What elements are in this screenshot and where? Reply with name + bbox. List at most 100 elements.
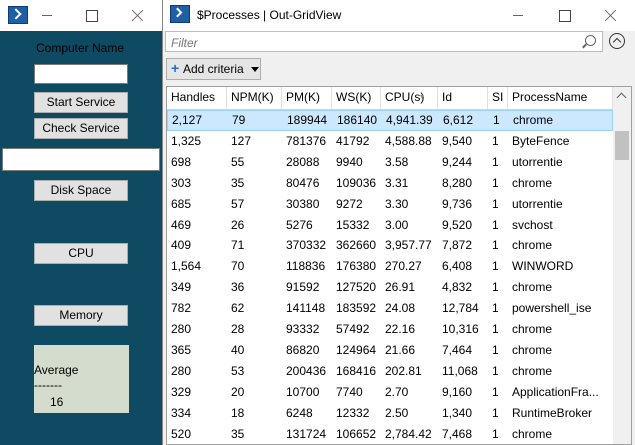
table-cell: 93332: [286, 322, 320, 336]
table-cell: 9272: [336, 196, 363, 211]
table-cell: 86820: [286, 342, 320, 357]
table-cell: 7,872: [442, 238, 473, 253]
disk-space-button[interactable]: Disk Space: [34, 180, 128, 201]
average-panel: Average ------- 16: [34, 345, 129, 413]
form-body: Computer Name Start Service Check Servic…: [0, 31, 162, 445]
table-cell: chrome: [512, 342, 553, 357]
gridview-title-bar[interactable]: $Processes | Out-GridView: [163, 0, 635, 31]
minimize-button[interactable]: [495, 0, 541, 31]
table-cell: 3,957.77: [385, 238, 432, 253]
table-cell: 6,408: [442, 259, 473, 274]
table-row[interactable]: 280 53 200436 168416 202.81 11,068 1 chrome: [167, 361, 613, 382]
column-header[interactable]: Id: [438, 87, 488, 109]
table-cell: 24.08: [385, 301, 416, 316]
table-cell: 79: [232, 113, 246, 127]
table-cell: 3.58: [385, 154, 409, 169]
table-cell: chrome: [512, 280, 553, 295]
column-header[interactable]: CPU(s) ▾: [381, 87, 438, 109]
table-cell: 1,340: [442, 405, 473, 420]
maximize-button[interactable]: [68, 0, 114, 31]
maximize-button[interactable]: [541, 0, 587, 31]
table-cell: 4,588.88: [385, 133, 432, 148]
table-cell: 22.16: [385, 322, 416, 336]
table-row[interactable]: 2,127 79 189944 186140 4,941.39 6,612 1 chrome: [167, 110, 613, 131]
table-cell: 35: [231, 426, 245, 441]
table-row[interactable]: 1,325 127 781376 41792 4,588.88 9,540 1 ByteFen…: [167, 131, 613, 152]
form-title-bar[interactable]: [0, 0, 162, 31]
table-cell: utorrentie: [512, 154, 563, 169]
table-cell: chrome: [512, 175, 553, 190]
table-cell: 189944: [287, 113, 328, 127]
scroll-up-icon[interactable]: [616, 92, 627, 103]
collapse-criteria-button[interactable]: [609, 33, 625, 49]
column-header[interactable]: NPM(K): [227, 87, 282, 109]
vertical-scrollbar[interactable]: [613, 87, 631, 444]
minimize-button[interactable]: [24, 0, 70, 31]
table-row[interactable]: 329 20 10700 7740 2.70 9,160 1 ApplicationFra..…: [167, 382, 613, 403]
table-cell: 1: [492, 426, 499, 441]
plus-icon: +: [171, 60, 180, 76]
scroll-thumb[interactable]: [615, 131, 629, 160]
computer-name-input[interactable]: [34, 64, 128, 84]
table-row[interactable]: 782 62 141148 183592 24.08 12,784 1 powershell_…: [167, 298, 613, 319]
start-service-button[interactable]: Start Service: [34, 92, 128, 113]
table-cell: 1: [492, 342, 499, 357]
table-row[interactable]: 520 35 131724 106652 2,784.42 7,468 1 chrome: [167, 424, 613, 445]
column-header[interactable]: Handles: [167, 87, 227, 109]
column-header[interactable]: ProcessName: [508, 87, 613, 109]
average-separator: -------: [34, 378, 62, 392]
table-cell: 9,520: [442, 217, 473, 232]
minimize-icon: [42, 15, 52, 16]
table-cell: 1: [492, 133, 499, 148]
filter-input[interactable]: [169, 34, 583, 51]
table-cell: 1: [492, 196, 499, 211]
add-criteria-button[interactable]: + Add criteria: [166, 58, 261, 80]
column-header[interactable]: PM(K): [282, 87, 332, 109]
memory-button[interactable]: Memory: [34, 305, 128, 326]
column-header[interactable]: SI: [488, 87, 508, 109]
service-output-field[interactable]: [2, 148, 160, 171]
table-cell: 6,612: [443, 113, 474, 127]
table-row[interactable]: 349 36 91592 127520 26.91 4,832 1 chrome: [167, 277, 613, 298]
table-row[interactable]: 334 18 6248 12332 2.50 1,340 1 RuntimeBroker: [167, 403, 613, 424]
check-service-button[interactable]: Check Service: [34, 118, 128, 139]
column-header[interactable]: WS(K): [332, 87, 381, 109]
table-cell: 270.27: [385, 259, 422, 274]
close-button[interactable]: [587, 0, 633, 31]
table-cell: 176380: [336, 259, 377, 274]
table-cell: 1: [492, 175, 499, 190]
table-row[interactable]: 698 55 28088 9940 3.58 9,244 1 utorrentie: [167, 152, 613, 173]
table-row[interactable]: 469 26 5276 15332 3.00 9,520 1 svchost: [167, 215, 613, 236]
table-cell: 57: [231, 196, 245, 211]
window-title: $Processes | Out-GridView: [197, 8, 342, 22]
table-row[interactable]: 1,564 70 118836 176380 270.27 6,408 1 WINWORD: [167, 256, 613, 277]
table-cell: 26: [231, 217, 245, 232]
table-row[interactable]: 365 40 86820 124964 21.66 7,464 1 chrome: [167, 340, 613, 361]
table-cell: ByteFence: [512, 133, 570, 148]
table-cell: 685: [171, 196, 192, 211]
table-cell: 365: [171, 342, 192, 357]
search-icon[interactable]: [585, 35, 596, 46]
close-button[interactable]: [114, 0, 160, 31]
filter-box[interactable]: [165, 31, 603, 52]
table-cell: 2,784.42: [385, 426, 432, 441]
table-cell: chrome: [512, 363, 553, 378]
table-cell: 141148: [286, 301, 326, 316]
table-cell: 12332: [336, 405, 370, 420]
table-cell: 57492: [336, 322, 370, 336]
table-cell: 7,464: [442, 342, 473, 357]
table-cell: 53: [231, 363, 245, 378]
table-cell: 15332: [336, 217, 370, 232]
minimize-icon: [513, 15, 523, 16]
table-cell: 2.70: [385, 384, 409, 399]
table-row[interactable]: 280 28 93332 57492 22.16 10,316 1 chrome: [167, 319, 613, 340]
table-row[interactable]: 685 57 30380 9272 3.30 9,736 1 utorrentie: [167, 194, 613, 215]
table-cell: 202.81: [385, 363, 422, 378]
table-cell: 9940: [336, 154, 363, 169]
table-cell: 409: [171, 238, 192, 253]
cpu-button[interactable]: CPU: [34, 243, 128, 264]
table-cell: 280: [171, 322, 192, 336]
table-cell: 80476: [286, 175, 320, 190]
table-row[interactable]: 303 35 80476 109036 3.31 8,280 1 chrome: [167, 173, 613, 194]
table-row[interactable]: 409 71 370332 362660 3,957.77 7,872 1 chrome: [167, 235, 613, 256]
